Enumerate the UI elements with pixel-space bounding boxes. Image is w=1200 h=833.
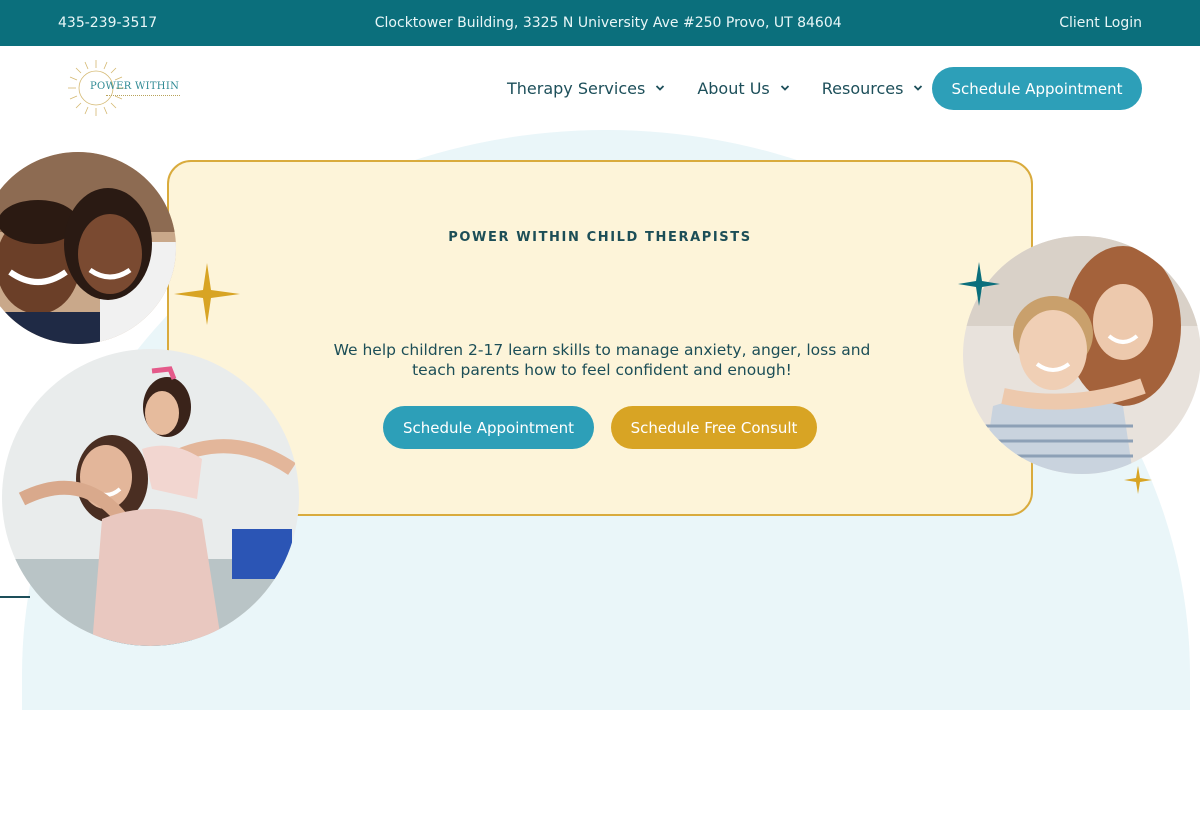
chevron-down-icon	[656, 85, 665, 91]
nav-item-label: Therapy Services	[507, 78, 646, 98]
photo-illustration	[0, 152, 176, 344]
chevron-down-icon	[780, 85, 789, 91]
hero-card: POWER WITHIN CHILD THERAPISTS We help ch…	[167, 160, 1033, 516]
site-logo[interactable]: POWER WITHIN	[66, 58, 186, 118]
photo-illustration	[2, 349, 299, 646]
schedule-appointment-nav-button[interactable]: Schedule Appointment	[932, 67, 1142, 110]
top-bar: 435-239-3517 Clocktower Building, 3325 N…	[0, 0, 1200, 46]
sparkle-small-gold-icon	[1124, 466, 1152, 494]
schedule-appointment-button[interactable]: Schedule Appointment	[383, 406, 594, 449]
client-login-link[interactable]: Client Login	[1059, 15, 1142, 31]
main-navigation: POWER WITHIN Therapy Services About Us R…	[0, 46, 1200, 130]
logo-text: POWER WITHIN	[90, 81, 180, 92]
nav-item-resources[interactable]: Resources	[822, 79, 924, 98]
address-text: Clocktower Building, 3325 N University A…	[374, 15, 842, 31]
sparkle-gold-icon	[174, 263, 240, 325]
hero-eyebrow: POWER WITHIN CHILD THERAPISTS	[448, 230, 752, 245]
nav-item-label: Resources	[821, 78, 904, 98]
family-photo-mother-daughter	[2, 349, 299, 646]
decorative-line	[0, 596, 30, 598]
nav-item-therapy-services[interactable]: Therapy Services	[507, 79, 665, 98]
phone-link[interactable]: 435-239-3517	[58, 15, 157, 31]
chevron-down-icon	[914, 85, 923, 91]
schedule-free-consult-button[interactable]: Schedule Free Consult	[611, 406, 817, 449]
nav-item-label: About Us	[697, 78, 770, 98]
nav-item-about-us[interactable]: About Us	[697, 79, 789, 98]
hero-description: We help children 2-17 learn skills to ma…	[333, 341, 871, 379]
sparkle-teal-icon	[958, 262, 1000, 306]
nav-menu: Therapy Services About Us Resources	[507, 46, 955, 130]
family-photo-father-daughter	[0, 152, 176, 344]
hero-button-group: Schedule Appointment Schedule Free Consu…	[169, 406, 1031, 449]
logo-tagline-line	[106, 95, 180, 97]
